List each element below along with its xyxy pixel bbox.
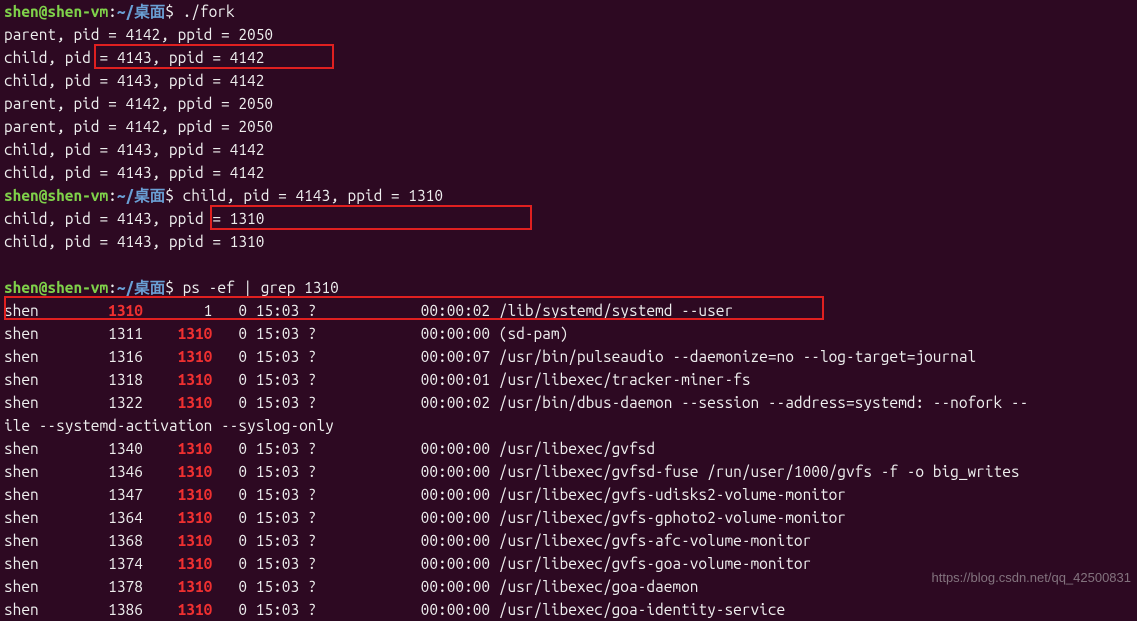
- ps-row: shen 1386 1310 0 15:03 ? 00:00:00 /usr/l…: [4, 598, 1133, 621]
- output-line: child, pid = 4143, ppid = 4142: [4, 69, 1133, 92]
- ps-row: shen 1346 1310 0 15:03 ? 00:00:00 /usr/l…: [4, 460, 1133, 483]
- ps-row: shen 1340 1310 0 15:03 ? 00:00:00 /usr/l…: [4, 437, 1133, 460]
- ps-row: shen 1310 1 0 15:03 ? 00:00:02 /lib/syst…: [4, 299, 1133, 322]
- ps-row: shen 1364 1310 0 15:03 ? 00:00:00 /usr/l…: [4, 506, 1133, 529]
- ps-row: shen 1318 1310 0 15:03 ? 00:00:01 /usr/l…: [4, 368, 1133, 391]
- command: ps -ef | grep 1310: [183, 279, 339, 296]
- output-line: child, pid = 4143, ppid = 1310: [183, 187, 443, 204]
- prompt-line[interactable]: shen@shen-vm:~/桌面$ child, pid = 4143, pp…: [4, 184, 1133, 207]
- output-line: child, pid = 4143, ppid = 4142: [4, 161, 1133, 184]
- ps-row: shen 1316 1310 0 15:03 ? 00:00:07 /usr/b…: [4, 345, 1133, 368]
- watermark: https://blog.csdn.net/qq_42500831: [932, 566, 1132, 589]
- output-line: child, pid = 4143, ppid = 4142: [4, 138, 1133, 161]
- output-line: child, pid = 4143, ppid = 1310: [4, 207, 1133, 230]
- ps-row: shen 1311 1310 0 15:03 ? 00:00:00 (sd-pa…: [4, 322, 1133, 345]
- ps-row: shen 1368 1310 0 15:03 ? 00:00:00 /usr/l…: [4, 529, 1133, 552]
- output-line: child, pid = 4143, ppid = 4142: [4, 46, 1133, 69]
- prompt-line[interactable]: shen@shen-vm:~/桌面$ ./fork: [4, 0, 1133, 23]
- output-line: parent, pid = 4142, ppid = 2050: [4, 23, 1133, 46]
- blank-line: [4, 253, 1133, 276]
- output-line: parent, pid = 4142, ppid = 2050: [4, 115, 1133, 138]
- prompt-line[interactable]: shen@shen-vm:~/桌面$ ps -ef | grep 1310: [4, 276, 1133, 299]
- ps-row: shen 1347 1310 0 15:03 ? 00:00:00 /usr/l…: [4, 483, 1133, 506]
- ps-row: shen 1322 1310 0 15:03 ? 00:00:02 /usr/b…: [4, 391, 1133, 414]
- output-line: parent, pid = 4142, ppid = 2050: [4, 92, 1133, 115]
- terminal[interactable]: shen@shen-vm:~/桌面$ ./forkparent, pid = 4…: [4, 0, 1133, 621]
- ps-row-wrap: ile --systemd-activation --syslog-only: [4, 414, 1133, 437]
- output-line: child, pid = 4143, ppid = 1310: [4, 230, 1133, 253]
- command: ./fork: [183, 3, 235, 20]
